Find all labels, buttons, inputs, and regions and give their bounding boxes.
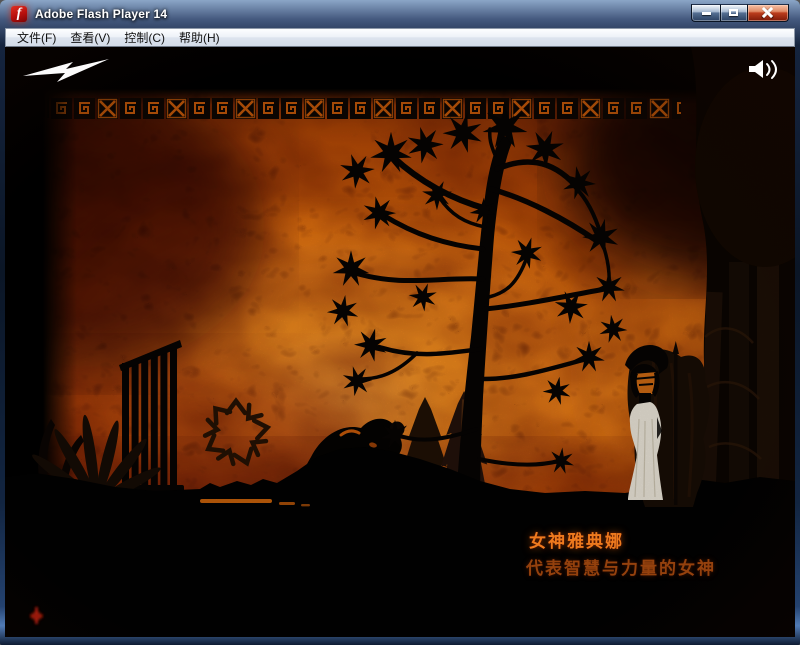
menu-control[interactable]: 控制(C) <box>117 28 172 47</box>
menu-bar: 文件(F) 查看(V) 控制(C) 帮助(H) <box>5 28 795 47</box>
window-title: Adobe Flash Player 14 <box>35 7 167 21</box>
window-controls <box>691 4 789 22</box>
flash-stage[interactable]: 女神雅典娜 代表智慧与力量的女神 <box>5 47 795 637</box>
maximize-icon <box>729 9 738 16</box>
menu-help[interactable]: 帮助(H) <box>172 28 227 47</box>
flash-player-window: f Adobe Flash Player 14 文件(F) 查看(V) 控制(C… <box>0 0 800 645</box>
maximize-button[interactable] <box>720 4 748 22</box>
menu-file[interactable]: 文件(F) <box>10 28 63 47</box>
title-bar[interactable]: f Adobe Flash Player 14 <box>5 0 795 28</box>
scene-canvas <box>5 47 795 637</box>
minimize-icon <box>702 12 711 15</box>
flash-icon: f <box>11 6 27 22</box>
minimize-button[interactable] <box>691 4 720 22</box>
close-button[interactable] <box>748 4 789 22</box>
close-icon <box>762 7 773 18</box>
menu-view[interactable]: 查看(V) <box>63 28 117 47</box>
